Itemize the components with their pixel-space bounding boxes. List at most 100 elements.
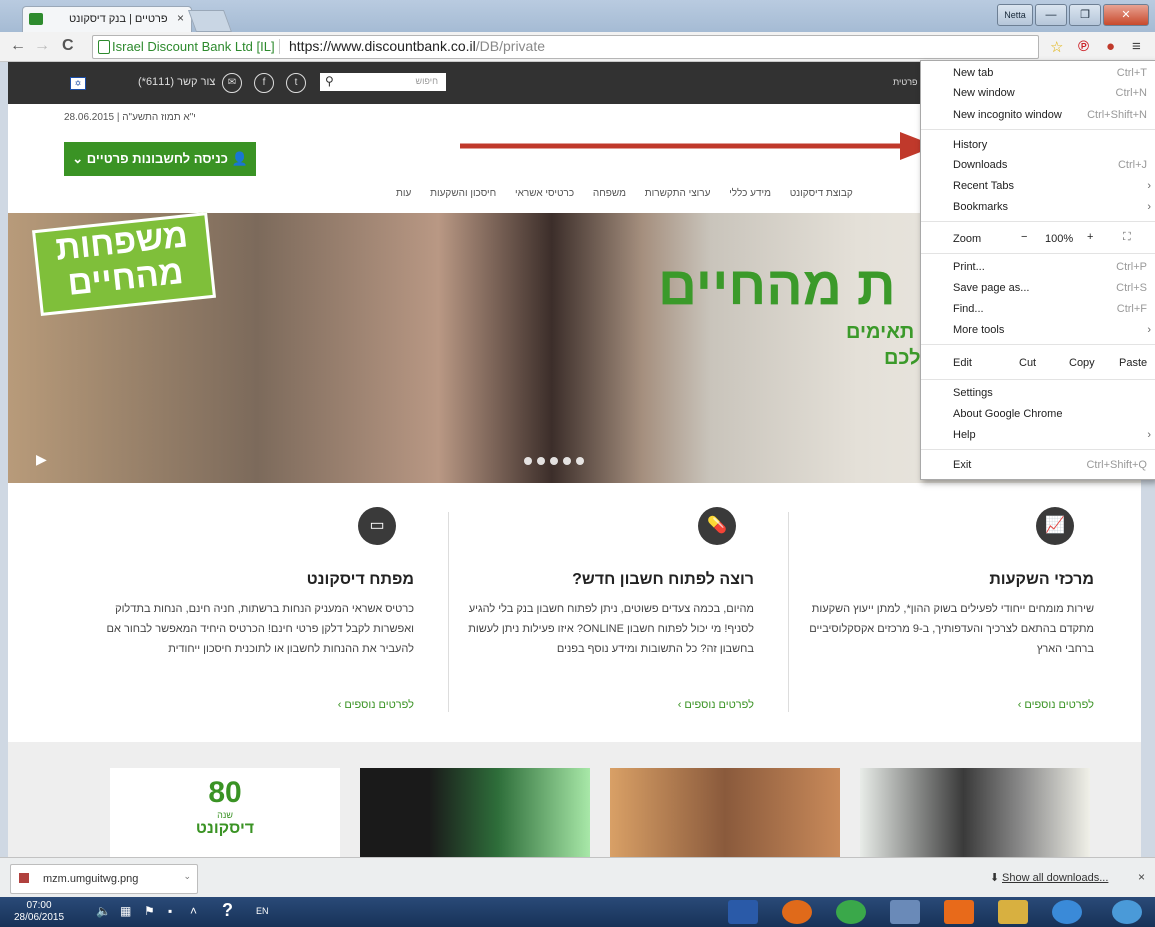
menu-new-incognito[interactable]: New incognito window [953,109,1062,121]
nav-item[interactable]: קבוצת דיסקונט [790,188,853,199]
network-icon[interactable]: ▦ [120,904,131,918]
word-icon[interactable] [728,900,758,924]
app-icon[interactable] [890,900,920,924]
address-bar[interactable]: Israel Discount Bank Ltd [IL] https://ww… [92,35,1039,59]
promo-tile-stocks[interactable] [360,768,590,857]
show-hidden-icons-icon[interactable]: ˄ [190,904,197,918]
more-details-link[interactable]: לפרטים נוספים › [338,699,414,711]
nav-item[interactable]: עות [396,188,411,199]
menu-new-window[interactable]: New window [953,87,1015,99]
nav-item[interactable]: משפחה [593,188,626,199]
start-button[interactable] [1112,900,1142,924]
menu-settings[interactable]: Settings [953,387,993,399]
fullscreen-icon[interactable]: ⛶ [1123,231,1131,244]
shortcut: Ctrl+F [1116,303,1147,315]
nav-item[interactable]: חיסכון והשקעות [430,188,496,199]
login-button[interactable]: ⌄ כניסה לחשבונות פרטיים 👤 [64,142,256,176]
bookmark-star-icon[interactable]: ☆ [1050,38,1063,56]
close-downloads-bar-button[interactable]: × [1138,870,1145,884]
nav-item[interactable]: מידע כללי [729,188,771,199]
nav-item[interactable]: כרטיסי אשראי [515,188,574,199]
maximize-button[interactable]: ❐ [1069,4,1101,26]
twitter-icon[interactable]: t [286,73,306,93]
carousel-dot[interactable] [563,457,571,465]
menu-separator [921,253,1155,254]
menu-bookmarks[interactable]: Bookmarks [953,201,1008,213]
menu-print[interactable]: Print... [953,261,985,273]
carousel-dot[interactable] [550,457,558,465]
chrome-icon[interactable] [836,900,866,924]
clock-time: 07:00 [26,900,52,911]
promo-tile-security[interactable] [860,768,1090,857]
hero-badge: משפחות מהחיים [31,212,217,316]
system-clock[interactable]: 07:00 28/06/2015 [14,900,64,924]
carousel-dot[interactable] [524,457,532,465]
paste-button[interactable]: Paste [1119,357,1147,369]
reload-icon[interactable]: C [62,37,74,55]
zoom-out-button[interactable]: − [1021,231,1027,243]
promo-tile-family[interactable] [610,768,840,857]
browser-tab[interactable]: פרטיים | בנק דיסקונט × [22,6,192,33]
cut-button[interactable]: Cut [1019,357,1036,369]
chrome-menu-icon[interactable]: ≡ [1132,38,1141,55]
menu-exit[interactable]: Exit [953,459,971,471]
menu-find[interactable]: Find... [953,303,984,315]
carousel-dot[interactable] [576,457,584,465]
pills-icon: 💊 [698,507,736,545]
media-player-icon[interactable] [944,900,974,924]
more-details-link[interactable]: לפרטים נוספים › [1018,699,1094,711]
facebook-icon[interactable]: f [254,73,274,93]
israel-flag-icon[interactable]: ✡ [70,77,86,90]
mail-icon[interactable]: ✉ [222,73,242,93]
image-file-icon [19,873,29,883]
more-details-link[interactable]: לפרטים נוספים › [678,699,754,711]
private-link[interactable]: פרטית [893,77,918,87]
show-all-downloads-link[interactable]: Show all downloads... [1002,872,1108,884]
internet-explorer-icon[interactable] [1052,900,1082,924]
download-item[interactable]: mzm.umguitwg.png ⌄ [10,864,198,894]
menu-recent-tabs[interactable]: Recent Tabs [953,180,1014,192]
help-icon[interactable]: ? [222,900,233,921]
logo-text: דיסקונט [195,820,255,837]
menu-about[interactable]: About Google Chrome [953,408,1062,420]
clock-date: 28/06/2015 [14,912,65,923]
tab-close-button[interactable]: × [177,11,184,25]
file-explorer-icon[interactable] [998,900,1028,924]
contact-phone[interactable]: (*6111) צור קשר [138,76,215,88]
forward-icon[interactable]: → [34,37,50,55]
menu-save-page[interactable]: Save page as... [953,282,1029,294]
menu-new-tab[interactable]: New tab [953,67,993,79]
menu-downloads[interactable]: Downloads [953,159,1007,171]
pinterest-icon[interactable]: ℗ [1078,38,1089,55]
carousel-dot[interactable] [537,457,545,465]
promo-tile-logo[interactable]: 80 שנה דיסקונט [110,768,340,857]
minimize-button[interactable]: — [1035,4,1067,26]
back-icon[interactable]: ← [10,37,26,55]
login-label: כניסה לחשבונות פרטיים [86,151,228,166]
language-indicator[interactable]: EN [256,906,269,916]
play-icon[interactable]: ▶ [36,451,47,468]
ev-certificate-label[interactable]: Israel Discount Bank Ltd [IL] [112,39,280,54]
site-search-input[interactable]: ⚲ חיפוש [320,73,446,91]
menu-more-tools[interactable]: More tools [953,324,1004,336]
anniversary-number: 80 [208,776,242,809]
favicon-icon [29,13,43,25]
close-window-button[interactable]: ✕ [1103,4,1149,26]
carousel-dots [524,457,584,465]
new-tab-button[interactable] [187,10,233,32]
profile-button[interactable]: Netta [997,4,1033,26]
extension-icon[interactable]: ● [1106,38,1115,55]
zoom-in-button[interactable]: + [1087,231,1093,243]
tray-icon[interactable]: ▪ [168,904,172,918]
firefox-icon[interactable] [782,900,812,924]
chevron-down-icon[interactable]: ⌄ [183,871,191,882]
menu-history[interactable]: History [953,139,987,151]
nav-item[interactable]: ערוצי התקשרות [645,188,711,199]
feature-body: מהיום, בכמה צעדים פשוטים, ניתן לפתוח חשב… [468,603,754,655]
copy-button[interactable]: Copy [1069,357,1095,369]
search-icon[interactable]: ⚲ [325,74,334,88]
action-center-icon[interactable]: ⚑ [144,904,155,918]
feature-body: כרטיס אשראי המעניק הנחות ברשתות, חניה חי… [106,603,414,655]
volume-icon[interactable]: 🔈 [96,904,111,918]
menu-help[interactable]: Help [953,429,976,441]
